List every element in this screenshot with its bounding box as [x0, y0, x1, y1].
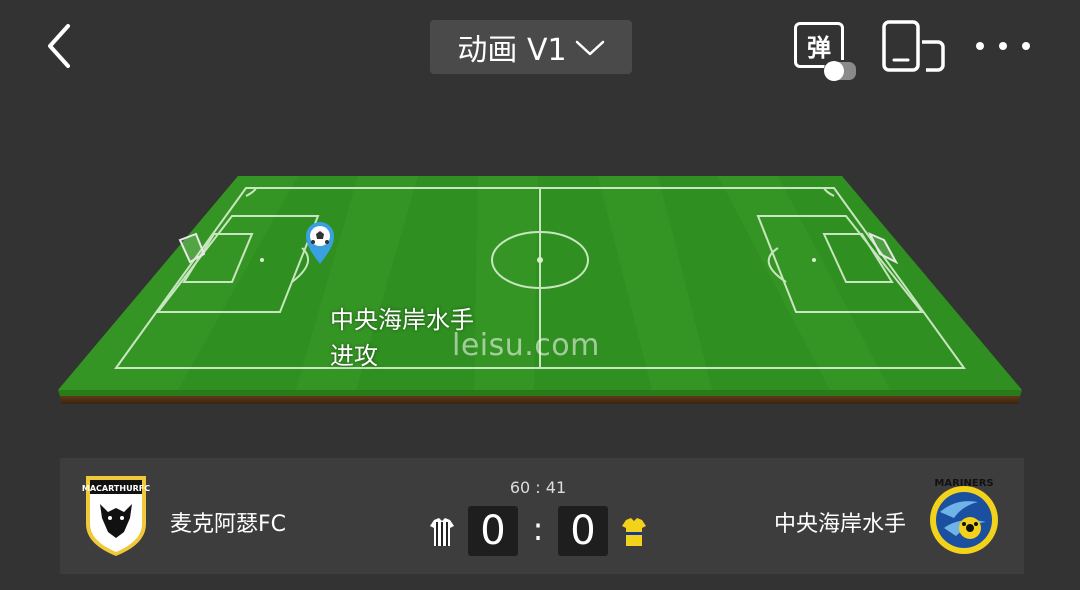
home-team-logo: MACARTHURFC [72, 470, 160, 558]
chevron-left-icon [48, 24, 70, 68]
home-kit-icon [430, 518, 454, 546]
animation-version-selector[interactable]: 动画 V1 [430, 20, 632, 74]
rotate-screen-icon [882, 20, 945, 72]
scoreboard: MACARTHURFC 麦克阿瑟FC 60 : 41 0 : 0 中央海岸水手 … [60, 458, 1024, 574]
match-clock: 60 : 41 [509, 478, 567, 497]
away-team-logo: MARINERS [926, 472, 1002, 558]
more-options-button[interactable] [976, 30, 1030, 62]
pitch-fringe [58, 390, 1022, 396]
animation-version-label: 动画 V1 [457, 33, 567, 68]
watermark: leisu.com [452, 328, 600, 363]
pitch-animation: 中央海岸水手 进攻 leisu.com [0, 100, 1080, 440]
home-score: 0 [468, 506, 518, 556]
danmu-toggle-button[interactable]: 弹 [794, 20, 860, 82]
danmu-label: 弹 [807, 33, 831, 62]
home-team-name: 麦克阿瑟FC [170, 512, 287, 537]
score-separator: : [532, 510, 544, 548]
away-team-name: 中央海岸水手 [773, 512, 906, 537]
top-bar: 动画 V1 弹 [0, 0, 1080, 100]
rotate-screen-button[interactable] [880, 20, 948, 76]
away-kit-icon [622, 518, 646, 546]
more-dot-icon [1022, 42, 1030, 50]
away-score: 0 [558, 506, 608, 556]
back-button[interactable] [38, 20, 82, 72]
svg-text:MACARTHURFC: MACARTHURFC [82, 484, 150, 493]
chevron-down-icon [575, 40, 604, 56]
danmu-switch[interactable] [824, 60, 858, 82]
football-pitch [58, 176, 1022, 404]
more-dot-icon [999, 42, 1007, 50]
more-dot-icon [976, 42, 984, 50]
